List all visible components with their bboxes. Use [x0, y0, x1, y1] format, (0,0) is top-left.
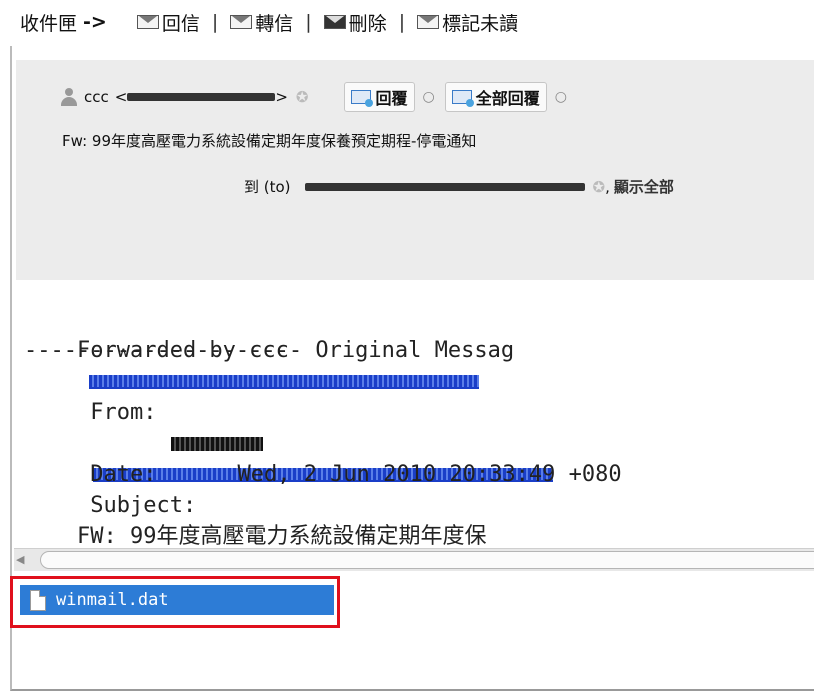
toolbar-separator: |: [305, 11, 312, 33]
sender-name: ccc: [84, 88, 109, 106]
comma: ,: [605, 177, 610, 196]
reply-all-button-label: 全部回覆: [475, 89, 540, 108]
delete-envelope-icon: [323, 15, 346, 29]
body-subject-value: FW: 99年度高壓電力系統設備定期年度保: [76, 524, 487, 549]
forward-toolbar-button[interactable]: 轉信: [230, 9, 293, 36]
reply-icon: [351, 90, 374, 107]
reply-button-label: 回覆: [375, 89, 408, 108]
scroll-left-icon[interactable]: ◀: [16, 553, 24, 566]
scrollbar-thumb[interactable]: [40, 551, 814, 569]
reply-envelope-icon: [136, 15, 159, 29]
delete-toolbar-label: 刪除: [348, 12, 387, 35]
mark-unread-toolbar-button[interactable]: 標記未讀: [417, 9, 518, 36]
forward-envelope-icon: [230, 15, 253, 29]
original-message-line: --------------------- Original Messag: [24, 338, 515, 363]
forward-toolbar-label: 轉信: [255, 12, 294, 35]
reply-toolbar-label: 回信: [161, 12, 200, 35]
mark-unread-toolbar-label: 標記未讀: [442, 12, 519, 35]
sender-row: ccc < > ✪ 回覆 ○ 全部回覆 ○: [60, 82, 567, 112]
reply-options-icon[interactable]: ○: [423, 89, 435, 105]
delete-toolbar-button[interactable]: 刪除: [323, 9, 387, 36]
toolbar-separator: |: [398, 11, 406, 33]
toolbar-separator: |: [211, 11, 219, 33]
breadcrumb-arrow: ->: [83, 11, 107, 33]
reply-toolbar-button[interactable]: 回信: [136, 9, 200, 36]
recipient-star-icon[interactable]: ✪: [593, 178, 606, 196]
mail-toolbar: 收件匣 -> 回信 | 轉信 | 刪除 | 標記未讀: [0, 0, 814, 44]
from-label: From:: [76, 400, 157, 425]
show-all-link[interactable]: 顯示全部: [614, 176, 674, 197]
sender-address-redacted: [127, 93, 276, 101]
reply-all-options-icon[interactable]: ○: [555, 89, 567, 105]
attachment-highlight-box: [10, 576, 340, 628]
recipient-redacted: [304, 182, 585, 191]
body-subject-label: Subject:: [76, 493, 197, 518]
message-body: Forwarded by ccc --------------------- O…: [24, 256, 804, 549]
unread-envelope-icon: [417, 15, 440, 29]
sender-address-close: >: [275, 88, 288, 106]
recipient-row: 到 (to) ✪ , 顯示全部: [244, 176, 674, 197]
to-label: 到 (to): [244, 178, 291, 196]
sender-address-open: <: [114, 88, 128, 106]
inbox-link[interactable]: 收件匣: [20, 9, 77, 36]
star-icon[interactable]: ✪: [296, 88, 309, 106]
reply-all-button[interactable]: 全部回覆: [444, 82, 547, 112]
horizontal-scrollbar[interactable]: ◀: [14, 548, 814, 571]
message-subject: Fw: 99年度高壓電力系統設備定期年度保養預定期程-停電通知: [62, 132, 477, 150]
reply-button[interactable]: 回覆: [344, 82, 415, 112]
reply-all-icon: [451, 90, 474, 107]
person-icon: [60, 88, 78, 106]
